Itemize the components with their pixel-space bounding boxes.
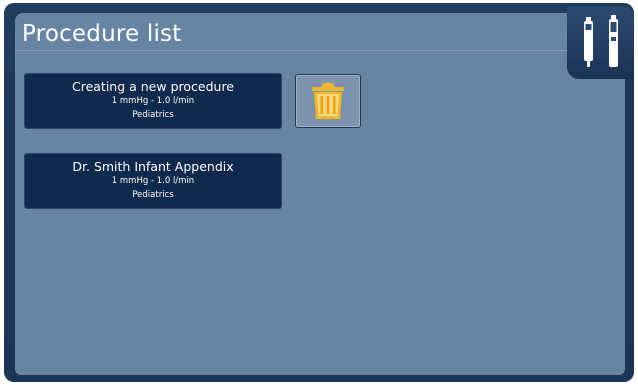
procedure-name: Dr. Smith Infant Appendix — [72, 159, 234, 174]
header-bar: Procedure list — [15, 13, 625, 51]
procedure-name: Creating a new procedure — [71, 79, 234, 94]
page-title: Procedure list — [22, 21, 182, 47]
procedure-settings: 1 mmHg - 1.0 l/min — [111, 96, 195, 106]
procedure-settings: 1 mmHg - 1.0 l/min — [111, 176, 195, 186]
procedure-category: Pediatrics — [132, 190, 174, 200]
app-screen: Procedure list Creating a new procedure … — [4, 3, 634, 382]
procedure-item-creating-new[interactable]: Creating a new procedure 1 mmHg - 1.0 l/… — [25, 74, 281, 128]
instrument-tubes-icon — [584, 15, 618, 67]
procedure-list-panel: Procedure list Creating a new procedure … — [15, 13, 625, 375]
procedure-item-smith-infant-appendix[interactable]: Dr. Smith Infant Appendix 1 mmHg - 1.0 l… — [25, 154, 281, 208]
tools-button[interactable] — [567, 7, 634, 79]
trash-icon — [312, 83, 344, 119]
procedure-category: Pediatrics — [132, 110, 174, 120]
delete-procedure-button[interactable] — [295, 74, 361, 128]
